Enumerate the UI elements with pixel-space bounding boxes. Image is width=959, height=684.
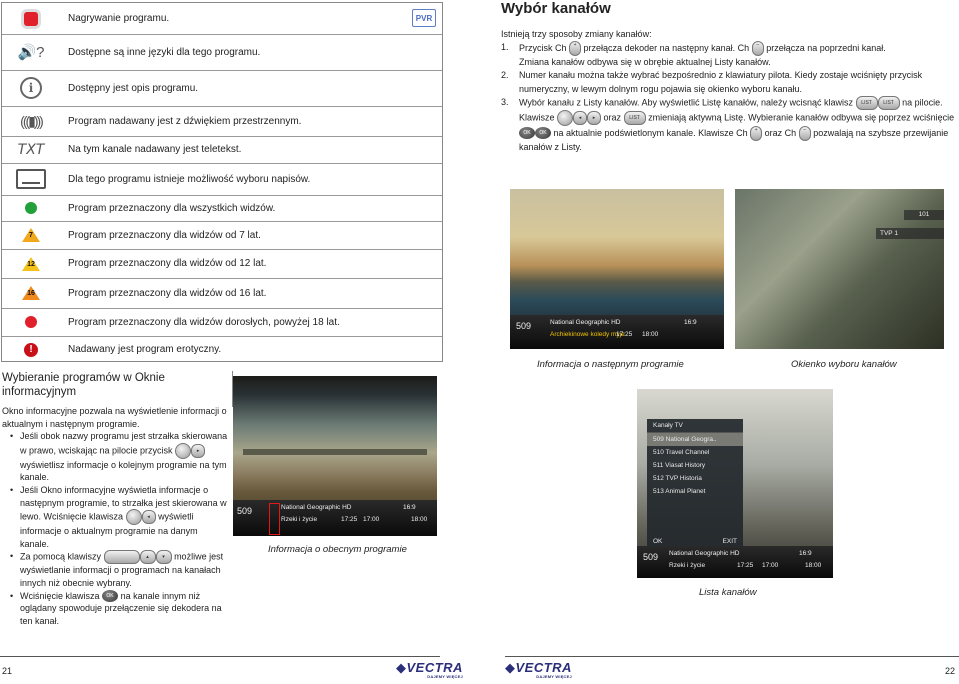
- list-button-icon: LIST: [855, 95, 878, 110]
- legend-text: Program przeznaczony dla widzów od 16 la…: [68, 287, 267, 299]
- legend-text: Nadawany jest program erotyczny.: [68, 344, 222, 355]
- legend-text: Dla tego programu istnieje możliwość wyb…: [68, 173, 311, 185]
- legend-row-age-12: 12 Program przeznaczony dla widzów od 12…: [2, 249, 442, 279]
- channel-list-item[interactable]: 511 Viasat History: [647, 459, 743, 472]
- age-16-icon: 16: [22, 286, 40, 300]
- left-arrow-button-icon: ◂: [141, 510, 156, 525]
- channel-down-button-icon: –: [751, 41, 764, 57]
- list-button-icon: LIST: [877, 95, 900, 110]
- channel-list-title: Kanały TV: [647, 419, 743, 433]
- teletext-icon: TXT: [17, 141, 45, 158]
- page-number-right: 22: [944, 666, 955, 676]
- age-7-icon: 7: [22, 228, 40, 242]
- channel-down-button-icon: –: [798, 125, 811, 141]
- red-dot-icon: [25, 316, 37, 328]
- caption-next-program: Informacja o następnym programie: [537, 359, 684, 370]
- erotic-icon: !: [24, 342, 38, 357]
- subtitles-icon: [16, 169, 46, 189]
- info-osd-bar: 509 National Geographic HD Rzeki i życie…: [637, 546, 833, 578]
- legend-row-age-7: 7 Program przeznaczony dla widzów od 7 l…: [2, 221, 442, 250]
- list-button-icon: LIST: [623, 110, 646, 125]
- channel-number-box: 101: [904, 210, 944, 220]
- record-icon: [24, 11, 38, 26]
- footer-divider-left: [0, 656, 440, 657]
- current-program-screenshot: 509 National Geographic HD Rzeki i życie…: [233, 376, 437, 536]
- navigation-button-icon: [175, 442, 192, 459]
- legend-row-record: Nagrywanie programu.: [2, 3, 442, 35]
- list-footer-ok: OK: [653, 538, 663, 545]
- legend-text: Dostępne są inne języki dla tego program…: [68, 46, 261, 58]
- section-heading-info-window: Wybieranie programów w Oknie informacyjn…: [2, 371, 233, 407]
- intro-text: Istnieją trzy sposoby zmiany kanałów:: [501, 29, 652, 39]
- legend-row-info: i Dostępny jest opis programu.: [2, 70, 442, 107]
- info-osd-bar: 509 National Geographic HD Archiekinowe …: [510, 315, 724, 349]
- legend-row-all-ages: Program przeznaczony dla wszystkich widz…: [2, 195, 442, 222]
- list-footer-exit: EXIT: [722, 538, 737, 545]
- legend-row-erotic: ! Nadawany jest program erotyczny.: [2, 336, 442, 363]
- info-icon: i: [20, 77, 42, 99]
- list-item: 2. Numer kanału można także wybrać bezpo…: [501, 70, 923, 94]
- green-dot-icon: [25, 202, 37, 214]
- legend-text: Program przeznaczony dla widzów dorosłyc…: [68, 316, 340, 328]
- legend-text: Program przeznaczony dla widzów od 12 la…: [68, 258, 267, 269]
- channel-list-item-selected[interactable]: 509 National Geogra..: [647, 433, 743, 446]
- legend-row-teletext: TXT Na tym kanale nadawany jest teleteks…: [2, 136, 442, 164]
- caption-channel-list: Lista kanałów: [699, 587, 757, 598]
- legend-row-surround: (((▮))) Program nadawany jest z dźwiękie…: [2, 106, 442, 137]
- caption-current-program: Informacja o obecnym programie: [268, 544, 407, 555]
- ok-button-icon: OK: [519, 127, 535, 140]
- symbol-legend-table: PVR Nagrywanie programu. 🔊? Dostępne są …: [1, 2, 443, 362]
- legend-text: Dostępny jest opis programu.: [68, 82, 199, 94]
- section-heading-channel-selection: Wybór kanałów: [501, 0, 611, 17]
- legend-row-language: 🔊? Dostępne są inne języki dla tego prog…: [2, 34, 442, 71]
- right-arrow-button-icon: ▸: [587, 110, 602, 125]
- surround-sound-icon: (((▮))): [20, 112, 44, 129]
- caption-channel-select: Okienko wyboru kanałów: [791, 359, 897, 370]
- legend-row-subtitles: Dla tego programu istnieje możliwość wyb…: [2, 163, 442, 196]
- vectra-logo-right: ◆VECTRA DAJEMY WIĘCEJ: [505, 660, 572, 679]
- vectra-logo-left: ◆VECTRA DAJEMY WIĘCEJ: [396, 660, 463, 679]
- footer-divider-right: [505, 656, 959, 657]
- legend-text: Program przeznaczony dla widzów od 7 lat…: [68, 229, 261, 241]
- channel-up-button-icon: +: [750, 125, 763, 141]
- list-item: Za pomocą klawiszy ▴▾ możliwe jest wyświ…: [10, 550, 228, 589]
- left-arrow-button-icon: ◂: [573, 110, 588, 125]
- list-item: 1. Przycisk Ch + przełącza dekoder na na…: [501, 41, 886, 68]
- info-window-description: Okno informacyjne pozwala na wyświetleni…: [2, 405, 228, 627]
- channel-select-screenshot: 101 TVP 1: [735, 189, 944, 349]
- list-item: Jeśli Okno informacyjne wyświetla inform…: [10, 484, 228, 550]
- channel-list-item[interactable]: 510 Travel Channel: [647, 446, 743, 459]
- legend-text: Program przeznaczony dla wszystkich widz…: [68, 202, 276, 214]
- intro-text: Okno informacyjne pozwala na wyświetleni…: [2, 406, 227, 429]
- down-arrow-button-icon: ▾: [155, 550, 172, 565]
- ok-button-icon: OK: [102, 590, 119, 603]
- channel-list-screenshot: Kanały TV 509 National Geogra.. 510 Trav…: [637, 389, 833, 578]
- legend-row-adult: Program przeznaczony dla widzów dorosłyc…: [2, 308, 442, 337]
- ok-button-icon: OK: [535, 127, 551, 140]
- channel-name-box: TVP 1: [876, 228, 944, 239]
- up-down-buttons-icon: [103, 550, 140, 565]
- legend-text: Na tym kanale nadawany jest teletekst.: [68, 144, 242, 155]
- right-arrow-button-icon: ▸: [191, 443, 206, 458]
- legend-row-age-16: 16 Program przeznaczony dla widzów od 16…: [2, 278, 442, 309]
- list-item: 3. Wybór kanału z Listy kanałów. Aby wyś…: [501, 95, 955, 152]
- list-item: Jeśli obok nazwy programu jest strzałka …: [10, 430, 228, 484]
- channel-list-panel: Kanały TV 509 National Geogra.. 510 Trav…: [647, 419, 743, 549]
- age-12-icon: 12: [22, 256, 40, 271]
- info-osd-bar: 509 National Geographic HD Rzeki i życie…: [233, 500, 437, 536]
- up-arrow-button-icon: ▴: [139, 550, 156, 565]
- navigation-button-icon: [557, 109, 574, 126]
- channel-list-item[interactable]: 513 Animal Planet: [647, 485, 743, 498]
- language-icon: 🔊?: [17, 44, 45, 61]
- legend-text: Nagrywanie programu.: [68, 13, 170, 24]
- channel-selection-description: Istnieją trzy sposoby zmiany kanałów: 1.…: [501, 28, 956, 154]
- list-item: Wciśnięcie klawisza OK na kanale innym n…: [10, 590, 228, 628]
- next-program-screenshot: 509 National Geographic HD Archiekinowe …: [510, 189, 724, 349]
- bullet-list: Jeśli obok nazwy programu jest strzałka …: [10, 430, 228, 627]
- navigation-button-icon: [125, 509, 142, 526]
- page-number-left: 21: [2, 666, 13, 676]
- channel-list-item[interactable]: 512 TVP Historia: [647, 472, 743, 485]
- legend-text: Program nadawany jest z dźwiękiem przest…: [68, 115, 302, 127]
- channel-up-button-icon: +: [569, 41, 582, 57]
